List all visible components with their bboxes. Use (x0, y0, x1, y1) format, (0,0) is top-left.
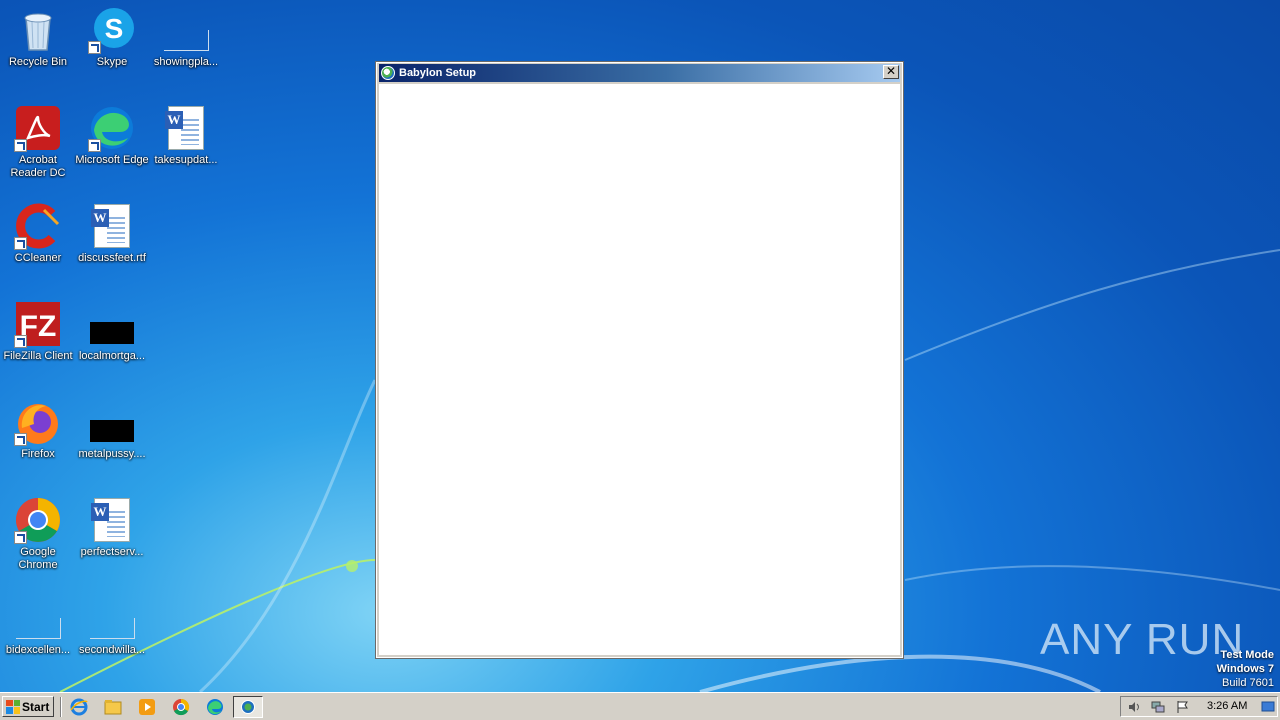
test-mode-notice: Test Mode Windows 7 Build 7601 (1217, 648, 1274, 690)
desktop-icon-label: Google Chrome (18, 546, 58, 571)
word-document-icon: W (88, 202, 136, 250)
network-icon[interactable] (1151, 700, 1165, 714)
shortcut-arrow-icon (14, 433, 27, 446)
chrome-taskbar-icon[interactable] (172, 698, 190, 716)
desktop-icon-recycle-bin[interactable]: Recycle Bin (0, 6, 76, 69)
desktop-icon-discussfeet[interactable]: W discussfeet.rtf (74, 202, 150, 265)
babylon-setup-window[interactable]: Babylon Setup ✕ (375, 61, 904, 659)
desktop-icon-skype[interactable]: S Skype (74, 6, 150, 69)
os-name-line: Windows 7 (1216, 663, 1274, 675)
action-center-flag-icon[interactable] (1175, 700, 1189, 714)
desktop-icon-localmortga[interactable]: localmortga... (74, 300, 150, 363)
desktop-icon-filezilla[interactable]: FZ FileZilla Client (0, 300, 76, 363)
close-button[interactable]: ✕ (883, 65, 899, 79)
desktop-icon-label: Acrobat Reader DC (10, 154, 66, 179)
desktop-icon-label: Recycle Bin (8, 56, 68, 68)
window-client-area (379, 84, 900, 655)
desktop-icon-label: Microsoft Edge (75, 154, 149, 166)
watermark-text: ANY RUN (1040, 615, 1245, 664)
word-document-icon: W (88, 496, 136, 544)
desktop-icon-label: secondwilla... (78, 644, 146, 656)
desktop-icon-edge[interactable]: Microsoft Edge (74, 104, 150, 167)
edge-taskbar-icon[interactable] (206, 698, 224, 716)
ccleaner-icon (14, 202, 62, 250)
acrobat-reader-icon (14, 104, 62, 152)
desktop-icon-label: CCleaner (14, 252, 62, 264)
desktop-icon-label: bidexcellen... (5, 644, 71, 656)
taskbar: Start 3:26 AM (0, 692, 1280, 720)
desktop-icon-label: discussfeet.rtf (78, 252, 146, 264)
shortcut-arrow-icon (14, 531, 27, 544)
black-thumbnail-icon (88, 398, 136, 446)
test-mode-line: Test Mode (1220, 649, 1274, 661)
desktop-icon-showingpla[interactable]: showingpla... (148, 6, 224, 69)
show-desktop-icon[interactable] (1261, 700, 1275, 714)
media-player-icon[interactable] (138, 698, 156, 716)
window-title: Babylon Setup (399, 67, 477, 79)
desktop-icon-label: FileZilla Client (3, 350, 73, 362)
start-button[interactable]: Start (2, 696, 54, 717)
shortcut-arrow-icon (14, 139, 27, 152)
anyrun-watermark: ANY RUN (1040, 610, 1244, 670)
desktop-icon-label: Skype (96, 56, 128, 68)
word-document-icon: W (162, 104, 210, 152)
desktop-icon-takesupdat[interactable]: W takesupdat... (148, 104, 224, 167)
shortcut-arrow-icon (14, 237, 27, 250)
black-thumbnail-icon (88, 300, 136, 348)
desktop-icon-firefox[interactable]: Firefox (0, 398, 76, 461)
babylon-taskbar-icon (241, 700, 255, 714)
desktop-icon-secondwilla[interactable]: secondwilla... (74, 594, 150, 657)
desktop-icon-chrome[interactable]: Google Chrome (0, 496, 76, 572)
desktop-icon-metalpussy[interactable]: metalpussy.... (74, 398, 150, 461)
desktop-icon-label: Firefox (21, 448, 55, 460)
firefox-icon (14, 398, 62, 446)
edge-icon (88, 104, 136, 152)
taskbar-separator (60, 697, 62, 717)
skype-icon: S (88, 6, 136, 54)
desktop-icon-bidexcellen[interactable]: bidexcellen... (0, 594, 76, 657)
blank-file-icon (88, 594, 136, 642)
system-tray: 3:26 AM (1120, 696, 1278, 717)
filezilla-icon: FZ (14, 300, 62, 348)
start-label: Start (22, 699, 50, 714)
desktop-icon-acrobat[interactable]: Acrobat Reader DC (0, 104, 76, 180)
build-line: Build 7601 (1222, 677, 1274, 689)
desktop-icon-label: localmortga... (78, 350, 146, 362)
clock[interactable]: 3:26 AM (1207, 700, 1247, 712)
recycle-bin-icon (14, 6, 62, 54)
blank-file-icon (162, 6, 210, 54)
shortcut-arrow-icon (88, 139, 101, 152)
speaker-icon[interactable] (1127, 700, 1141, 714)
desktop-icon-perfectserv[interactable]: W perfectserv... (74, 496, 150, 559)
babylon-app-icon (381, 66, 395, 80)
babylon-taskbar-button[interactable] (233, 696, 263, 718)
desktop-icon-label: takesupdat... (154, 154, 218, 166)
blank-file-icon (14, 594, 62, 642)
chrome-icon (14, 496, 62, 544)
desktop-icon-label: metalpussy.... (78, 448, 146, 460)
desktop-icon-label: perfectserv... (80, 546, 144, 558)
shortcut-arrow-icon (88, 41, 101, 54)
shortcut-arrow-icon (14, 335, 27, 348)
file-explorer-icon[interactable] (104, 698, 122, 716)
desktop-icon-label: showingpla... (153, 56, 219, 68)
windows-flag-icon (6, 699, 20, 714)
desktop-icon-ccleaner[interactable]: CCleaner (0, 202, 76, 265)
svg-text:S: S (105, 13, 124, 44)
internet-explorer-icon[interactable] (70, 698, 88, 716)
window-titlebar[interactable]: Babylon Setup ✕ (379, 64, 900, 82)
